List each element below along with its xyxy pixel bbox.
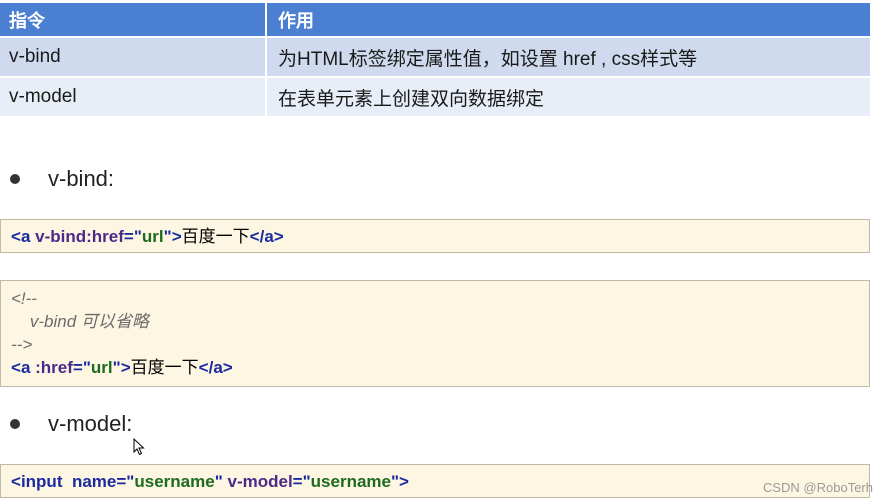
mouse-pointer-icon: [133, 437, 145, 461]
code-comment-open: <!--: [11, 289, 37, 308]
directive-table: 指令 作用 v-bind 为HTML标签绑定属性值，如设置 href , css…: [0, 3, 870, 116]
code-tag: a: [20, 358, 31, 377]
code-attr: v-model: [227, 472, 293, 491]
bullet-dot-icon: [10, 419, 20, 429]
bullet-dot-icon: [10, 174, 20, 184]
code-punct: <: [11, 227, 21, 246]
code-punct: >: [273, 227, 284, 246]
code-block-v-model: <input name="username" v-model="username…: [0, 464, 870, 498]
code-punct: =": [123, 227, 142, 246]
table-row: v-bind 为HTML标签绑定属性值，如设置 href , css样式等: [0, 38, 870, 76]
code-comment-body: v-bind 可以省略: [11, 312, 149, 331]
code-punct: >: [222, 358, 233, 377]
table-header-purpose: 作用: [267, 3, 870, 36]
code-line: <a :href="url">百度一下</a>: [1, 356, 869, 379]
code-punct: =": [292, 472, 311, 491]
code-tag: input: [20, 472, 63, 491]
table-cell-directive: v-bind: [0, 38, 265, 76]
code-punct: <: [11, 358, 21, 377]
table-row: v-model 在表单元素上创建双向数据绑定: [0, 78, 870, 116]
code-attr: name: [71, 472, 117, 491]
table-cell-directive: v-model: [0, 78, 265, 116]
code-comment-close: -->: [11, 335, 33, 354]
code-block-shorthand: <!-- v-bind 可以省略 --> <a :href="url">百度一下…: [0, 280, 870, 387]
code-punct: </: [249, 227, 265, 246]
code-value: username: [134, 472, 215, 491]
code-attr: v-bind:href: [35, 227, 124, 246]
section-heading-text: v-model:: [48, 411, 133, 436]
code-attr: :href: [35, 358, 73, 377]
code-punct: </: [198, 358, 214, 377]
code-tag: a: [20, 227, 31, 246]
code-punct: =": [116, 472, 135, 491]
code-line: <input name="username" v-model="username…: [1, 470, 869, 493]
code-tag: a: [213, 358, 223, 377]
code-line: <a v-bind:href="url">百度一下</a>: [1, 225, 869, 248]
code-punct: <: [11, 472, 21, 491]
table-cell-purpose: 为HTML标签绑定属性值，如设置 href , css样式等: [267, 38, 870, 76]
code-punct: ": [214, 472, 223, 491]
code-value: url: [141, 227, 164, 246]
table-header-row: 指令 作用: [0, 3, 870, 36]
code-tag: a: [264, 227, 274, 246]
code-value: username: [310, 472, 391, 491]
watermark: CSDN @RoboTerh: [762, 480, 873, 495]
table-header-directive: 指令: [0, 3, 265, 36]
table-cell-purpose: 在表单元素上创建双向数据绑定: [267, 78, 870, 116]
code-punct: =": [72, 358, 91, 377]
code-block-v-bind: <a v-bind:href="url">百度一下</a>: [0, 219, 870, 253]
code-value: url: [90, 358, 113, 377]
section-heading-text: v-bind:: [48, 166, 115, 191]
code-punct: ">: [112, 358, 131, 377]
section-heading-v-bind: v-bind:: [10, 166, 114, 192]
code-text: 百度一下: [181, 227, 250, 246]
section-heading-v-model: v-model:: [10, 411, 132, 437]
code-text: 百度一下: [130, 358, 199, 377]
code-punct: ">: [163, 227, 182, 246]
code-punct: ">: [391, 472, 409, 491]
